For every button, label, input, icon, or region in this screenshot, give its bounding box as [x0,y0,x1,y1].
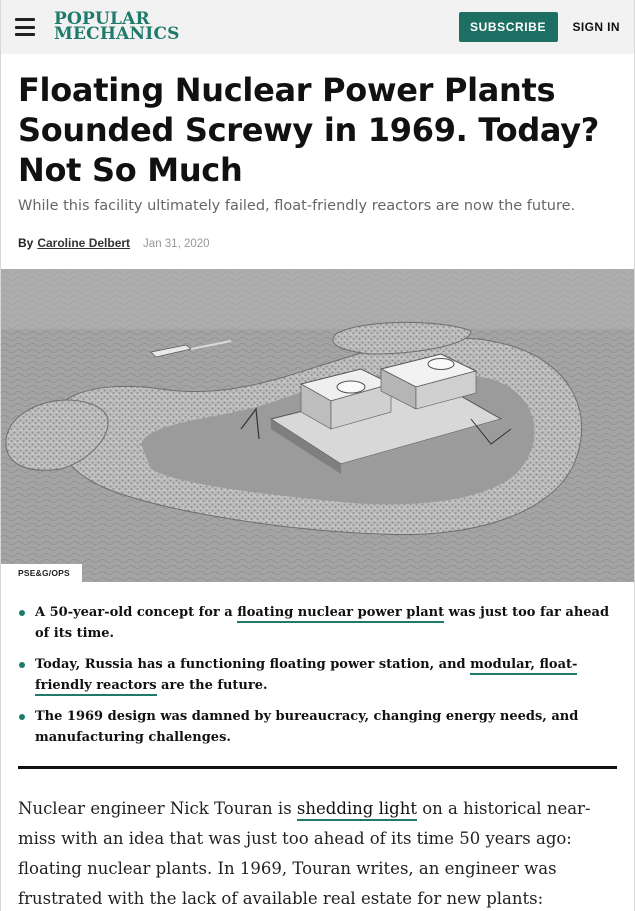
image-credit: PSE&G/OPS [1,564,82,582]
sign-in-link[interactable]: SIGN IN [573,20,620,34]
dek: While this facility ultimately failed, f… [18,198,576,214]
key-point: A 50-year-old concept for a floating nuc… [18,602,617,644]
key-points-list: A 50-year-old concept for a floating nuc… [1,582,634,748]
article-body-paragraph: Nuclear engineer Nick Touran is shedding… [1,769,634,911]
key-point-text: are the future. [156,678,268,693]
key-point-text: Today, Russia has a functioning floating… [35,657,471,672]
site-logo[interactable]: POPULAR MECHANICS [54,11,180,44]
shedding-light-link[interactable]: shedding light [296,799,417,821]
key-point-text: The 1969 design was damned by bureaucrac… [35,709,579,745]
byline-prefix: By [18,236,34,250]
floating-plant-link[interactable]: floating nuclear power plant [237,605,445,623]
key-point: The 1969 design was damned by bureaucrac… [18,706,617,748]
logo-line-2: MECHANICS [54,24,180,44]
article-header: Floating Nuclear Power Plants Sounded Sc… [1,54,634,250]
publish-date: Jan 31, 2020 [143,238,210,250]
author-link[interactable]: Caroline Delbert [37,236,130,250]
menu-icon[interactable] [15,18,35,36]
hero-image: PSE&G/OPS [1,269,634,582]
page: POPULAR MECHANICS SUBSCRIBE SIGN IN Floa… [0,0,635,911]
floating-plant-illustration [1,269,634,582]
key-point-text: A 50-year-old concept for a [35,605,238,620]
subscribe-button[interactable]: SUBSCRIBE [458,12,558,42]
body-text: Nuclear engineer Nick Touran is [18,799,297,818]
byline: By Caroline Delbert Jan 31, 2020 [18,236,617,250]
key-point: Today, Russia has a functioning floating… [18,654,617,696]
site-header: POPULAR MECHANICS SUBSCRIBE SIGN IN [1,0,634,54]
headline: Floating Nuclear Power Plants Sounded Sc… [18,71,600,189]
